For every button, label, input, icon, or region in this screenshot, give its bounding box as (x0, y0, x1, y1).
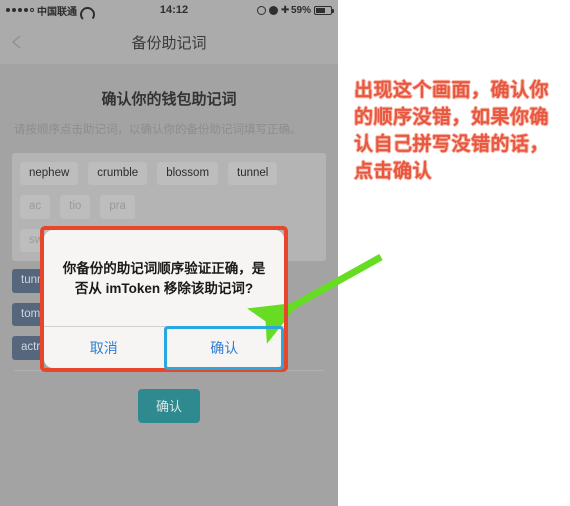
alert-confirm-button[interactable]: 确认 (163, 327, 285, 368)
alarm-icon (268, 5, 278, 15)
word-chip[interactable]: crumble (88, 161, 148, 186)
word-chip[interactable]: tunnel (228, 161, 278, 186)
word-bank-row: ac tio pra (20, 195, 318, 219)
carrier-label: 中国联通 (37, 6, 77, 18)
signal-strength-icon (6, 8, 34, 12)
battery-percent-label: 59% (290, 4, 311, 16)
word-bank-row: nephew crumble blossom tunnel (20, 161, 318, 186)
status-bar-right: ✚ 59% (256, 4, 334, 16)
bluetooth-icon: ✚ (280, 4, 290, 16)
alert-dialog: 你备份的助记词顺序验证正确，是否从 imToken 移除该助记词? 取消 确认 (44, 230, 284, 368)
phone-screenshot: 中国联通 14:12 ✚ 59% 备份助记词 确认你的钱包助记词 请按顺序点击助… (0, 0, 338, 506)
rotation-lock-icon (256, 5, 266, 15)
alert-buttons: 取消 确认 (44, 326, 284, 368)
word-chip[interactable]: ac (20, 195, 51, 219)
status-bar-left: 中国联通 (6, 3, 91, 18)
word-chip[interactable]: nephew (20, 161, 79, 186)
wifi-icon (80, 6, 91, 15)
word-chip[interactable]: tio (60, 195, 91, 219)
confirm-button[interactable]: 确认 (138, 388, 200, 423)
battery-icon (314, 5, 334, 15)
word-chip[interactable]: pra (100, 195, 135, 219)
heading: 确认你的钱包助记词 (101, 91, 237, 108)
annotation-panel: 出现这个画面，确认你的顺序没错，如果你确认自己拼写没错的话，点击确认 (338, 0, 570, 506)
status-bar: 中国联通 14:12 ✚ 59% (0, 0, 338, 20)
subheading: 请按顺序点击助记词，以确认你的备份助记词填写正确。 (14, 124, 302, 136)
word-chip[interactable]: blossom (157, 161, 219, 186)
page-title: 备份助记词 (131, 34, 207, 52)
alert-dialog-wrapper: 你备份的助记词顺序验证正确，是否从 imToken 移除该助记词? 取消 确认 (40, 226, 288, 372)
clock-label: 14:12 (159, 4, 189, 16)
annotation-text: 出现这个画面，确认你的顺序没错，如果你确认自己拼写没错的话，点击确认 (354, 80, 550, 182)
nav-bar: 备份助记词 (0, 20, 338, 64)
back-chevron-icon[interactable] (10, 35, 24, 49)
alert-cancel-button[interactable]: 取消 (44, 327, 164, 368)
alert-message: 你备份的助记词顺序验证正确，是否从 imToken 移除该助记词? (62, 260, 266, 296)
